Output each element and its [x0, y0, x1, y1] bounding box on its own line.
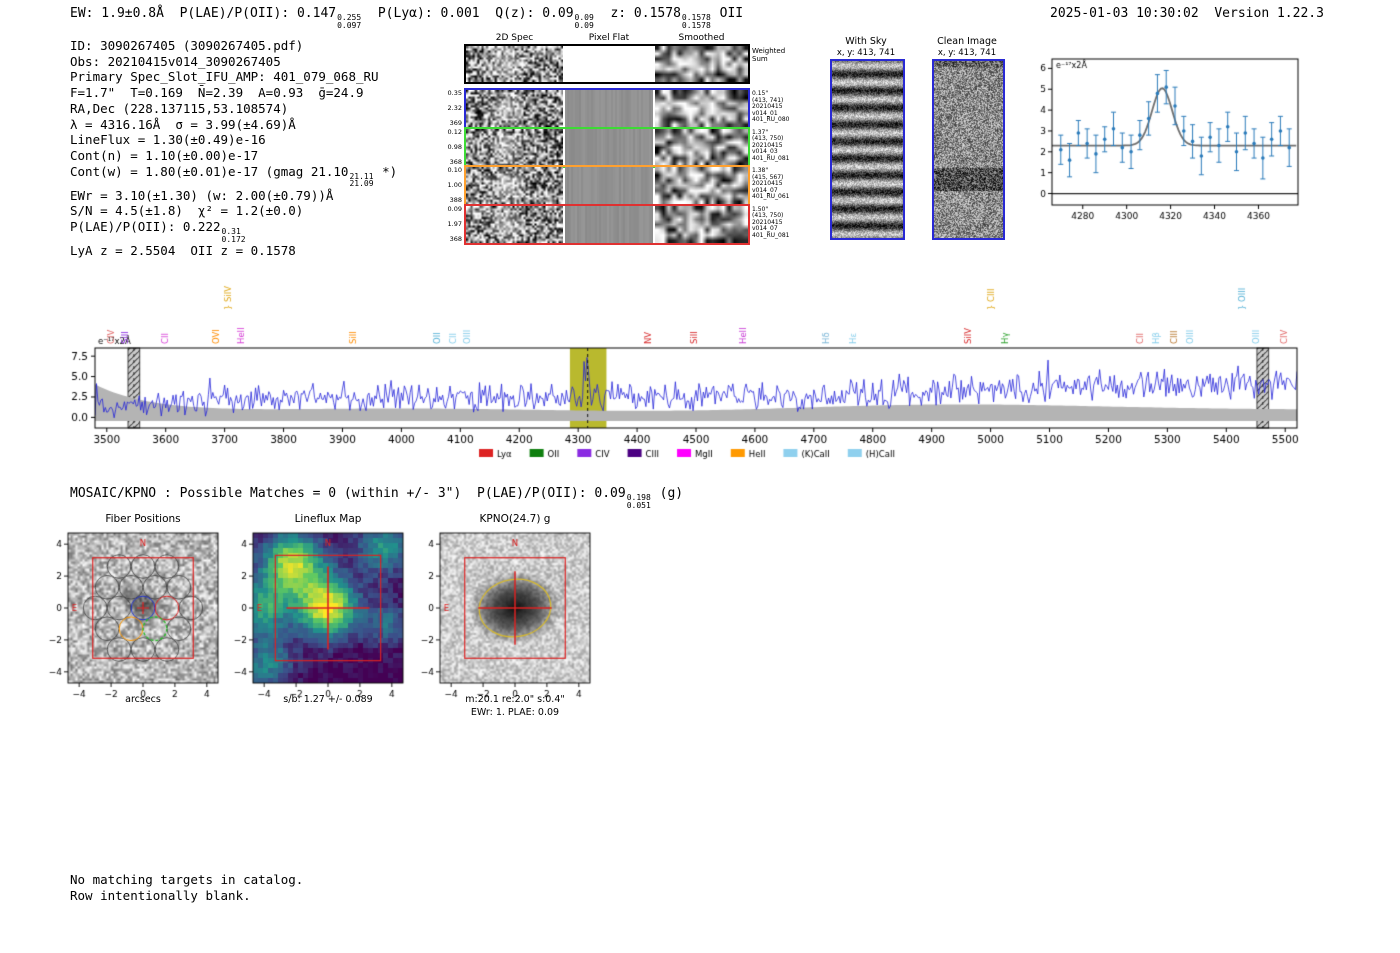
clean-image-title: Clean Image	[937, 36, 997, 47]
spec2d-strip-canvas	[565, 167, 653, 204]
info-line: Obs: 20210415v014_3090267405	[70, 53, 281, 69]
spec2d-strip-canvas	[655, 205, 748, 243]
catalog-match-line: MOSAIC/KPNO : Possible Matches = 0 (with…	[70, 486, 684, 510]
fiber-positions-xlabel: arcsecs	[125, 694, 161, 705]
full-spectrum-plot	[0, 256, 1400, 471]
spec2d-left-label: 0.09 1.97 368	[447, 204, 462, 243]
info-line: Cont(w) = 1.80(±0.01)e-17 (gmag 21.10 21.…	[70, 163, 398, 189]
spec2d-col-header-pixelflat: Pixel Flat	[588, 33, 630, 43]
kpno-caption2: EWr: 1. PLAE: 0.09	[470, 707, 560, 718]
info-line: LineFlux = 1.30(±0.49)e-16	[70, 132, 266, 148]
with-sky-title: With Sky	[845, 36, 887, 47]
spec2d-strip-canvas	[466, 167, 563, 204]
spec2d-strip-canvas	[655, 46, 748, 82]
stacked-uncertainty: 0.255 0.097	[337, 13, 362, 30]
clean-image	[932, 59, 1005, 240]
spec2d-left-label: 0.12 0.98 368	[447, 127, 462, 166]
spec2d-strip-canvas	[466, 128, 563, 166]
fiber-positions-cutout	[22, 528, 226, 704]
info-line: F=1.7" T=0.169 N̄=2.39 A=0.93 ḡ=24.9	[70, 85, 364, 101]
spec2d-left-label: 0.35 2.32 369	[447, 89, 462, 127]
spec2d-strip-canvas	[565, 90, 653, 127]
spec2d-left-label	[440, 46, 464, 82]
info-line: Primary Spec_Slot_IFU_AMP: 401_079_068_R…	[70, 69, 379, 85]
spec2d-strip-canvas	[655, 167, 748, 204]
fiber-positions-title: Fiber Positions	[105, 513, 181, 525]
stacked-uncertainty: 21.11 21.09	[349, 171, 374, 189]
info-line: ID: 3090267405 (3090267405.pdf)	[70, 38, 304, 53]
stacked-uncertainty: 0.31 0.172	[221, 227, 246, 244]
footer-line-2: Row intentionally blank.	[70, 888, 251, 903]
detection-info-block: ID: 3090267405 (3090267405.pdf) Obs: 2021…	[70, 38, 397, 259]
info-line: Cont(n) = 1.10(±0.00)e-17	[70, 147, 259, 163]
info-line: EWr = 3.10(±1.30) (w: 2.00(±0.79))Å	[70, 187, 334, 203]
kpno-cutout	[394, 528, 598, 704]
spec2d-strip-canvas	[466, 46, 563, 82]
lineflux-map-cutout	[207, 528, 411, 704]
stacked-uncertainty: 0.198 0.051	[626, 493, 651, 510]
stacked-uncertainty: 0.1578 0.1578	[681, 13, 711, 30]
summary-header: EW: 1.9±0.8Å P(LAE)/P(OII): 0.147 0.255 0.…	[70, 6, 744, 30]
spec2d-strip-canvas	[655, 90, 748, 127]
spec2d-strip-canvas	[466, 205, 563, 243]
spec2d-strip-canvas	[565, 205, 653, 243]
footer-line-1: No matching targets in catalog.	[70, 872, 304, 887]
lineflux-map-title: Lineflux Map	[294, 513, 362, 525]
stacked-uncertainty: 0.09 0.09	[574, 13, 594, 30]
kpno-caption: m:20.1 re:2.0" s:0.4"	[465, 694, 565, 705]
spec2d-right-label: 1.50" (413, 750) 20210415 v014_07 401_RU_081	[752, 205, 790, 239]
spec2d-right-label: 0.15" (413, 741) 20210415 v014_01 401_RU_080	[752, 90, 790, 124]
info-line: λ = 4316.16Å σ = 3.99(±4.69)Å	[70, 116, 296, 132]
timestamp-version: 2025-01-03 10:30:02 Version 1.22.3	[1050, 6, 1324, 21]
spec2d-right-label: 1.38" (415, 567) 20210415 v014_07 401_RU_061	[752, 167, 790, 201]
spec2d-left-label: 0.10 1.00 388	[447, 166, 462, 204]
info-line: RA,Dec (228.137115,53.108574)	[70, 100, 289, 116]
lineflux-caption: s/b: 1.27 +/- 0.089	[283, 694, 373, 705]
with-sky-image	[830, 59, 905, 240]
spec2d-col-header-2dspec: 2D Spec	[495, 33, 534, 43]
spec2d-right-label: 1.37" (413, 750) 20210415 v014_03 401_RU_081	[752, 128, 790, 162]
kpno-title: KPNO(24.7) g	[479, 513, 551, 525]
elixer-report: EW: 1.9±0.8Å P(LAE)/P(OII): 0.147 0.255 0.…	[0, 0, 1400, 953]
spec2d-strip-canvas	[655, 128, 748, 166]
line-fit-plot	[1030, 45, 1400, 240]
spec2d-strip-canvas	[466, 90, 563, 127]
clean-image-coords: x, y: 413, 741	[937, 48, 997, 58]
with-sky-coords: x, y: 413, 741	[836, 48, 896, 58]
info-line: P(LAE)/P(OII): 0.222 0.31 0.172	[70, 219, 246, 244]
info-line: S/N = 4.5(±1.8) χ² = 1.2(±0.0)	[70, 203, 304, 219]
spec2d-strip-canvas	[565, 128, 653, 166]
spec2d-col-header-smoothed: Smoothed	[678, 33, 725, 43]
spec2d-right-label: Weighted Sum	[752, 47, 786, 63]
